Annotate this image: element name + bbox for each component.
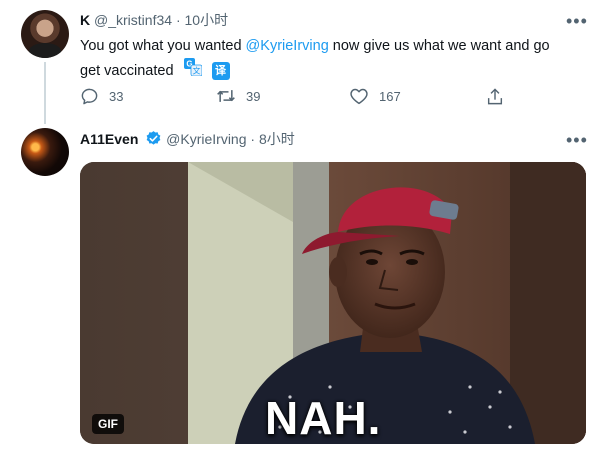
tweet2-separator: · bbox=[250, 131, 256, 147]
tweet1-header: K @_kristinf34 · 10小时 bbox=[80, 11, 228, 29]
thread-connector-line bbox=[44, 62, 46, 124]
tweet1-handle[interactable]: @_kristinf34 bbox=[94, 12, 172, 28]
like-button[interactable]: 167 bbox=[349, 86, 401, 106]
tweet1-text-before: You got what you wanted bbox=[80, 38, 246, 54]
retweet-count: 39 bbox=[246, 88, 261, 104]
share-button[interactable] bbox=[486, 86, 514, 106]
reply-button[interactable]: 33 bbox=[80, 86, 123, 106]
tweet1-more-options-icon[interactable]: ••• bbox=[566, 12, 588, 30]
gif-caption-text: NAH. bbox=[265, 392, 382, 444]
gif-badge: GIF bbox=[92, 414, 124, 434]
tweet2-display-name[interactable]: A11Even bbox=[80, 131, 138, 147]
translate-badge-icon[interactable]: 译 bbox=[211, 62, 230, 80]
retweet-icon bbox=[217, 90, 235, 102]
avatar-kristinf34[interactable] bbox=[21, 10, 69, 58]
tweet1-mention-link[interactable]: @KyrieIrving bbox=[246, 38, 329, 54]
tweet2-header: A11Even @KyrieIrving · 8小时 bbox=[80, 130, 295, 148]
tweet1-separator: · bbox=[175, 12, 181, 28]
verified-badge-icon bbox=[146, 131, 161, 145]
share-icon bbox=[487, 87, 503, 104]
svg-text:文: 文 bbox=[192, 66, 200, 76]
tweet2-timestamp[interactable]: 8小时 bbox=[259, 131, 295, 147]
heart-icon bbox=[350, 88, 368, 105]
tweet1-display-name[interactable]: K bbox=[80, 12, 90, 28]
like-count: 167 bbox=[379, 88, 401, 104]
reply-icon bbox=[81, 88, 98, 104]
retweet-button[interactable]: 39 bbox=[216, 86, 260, 106]
tweet1-timestamp[interactable]: 10小时 bbox=[185, 12, 229, 28]
translate-icon[interactable]: G 文 bbox=[183, 58, 202, 84]
avatar-kyrieirving[interactable] bbox=[21, 128, 69, 176]
tweet2-more-options-icon[interactable]: ••• bbox=[566, 131, 588, 149]
tweet2-handle[interactable]: @KyrieIrving bbox=[166, 131, 246, 147]
tweet1-body: You got what you wanted @KyrieIrving now… bbox=[80, 34, 570, 84]
reply-count: 33 bbox=[109, 88, 124, 104]
